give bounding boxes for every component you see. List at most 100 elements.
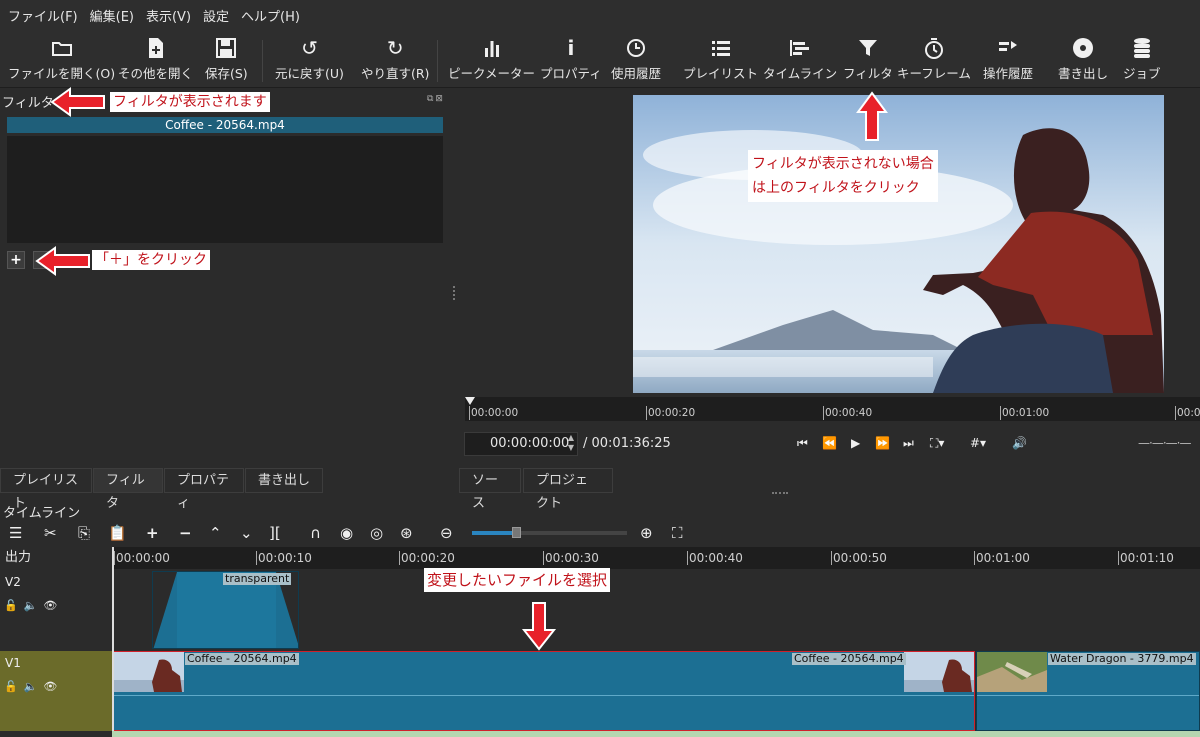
menu-view[interactable]: 表示(V) — [146, 6, 191, 25]
ripple-all-icon[interactable]: ⊛ — [400, 522, 413, 544]
menu-help[interactable]: ヘルプ(H) — [241, 6, 300, 25]
total-duration: / 00:01:36:25 — [583, 436, 671, 451]
properties-button[interactable]: i プロパティ — [540, 35, 602, 85]
splitter-handle[interactable] — [453, 286, 455, 300]
audio-waveform-divider — [977, 695, 1199, 696]
timeline-clip[interactable]: transparent — [152, 571, 299, 649]
playlist-button[interactable]: プレイリスト — [683, 35, 758, 85]
video-frame-image — [633, 95, 1164, 393]
volume-icon[interactable]: 🔊 — [1012, 436, 1027, 450]
red-arrow-down-icon — [521, 602, 557, 651]
timecode-spinner-icon[interactable]: ▲ ▼ — [565, 433, 577, 455]
undo-button[interactable]: ↺ 元に戻す(U) — [275, 35, 344, 85]
tab-source[interactable]: ソース — [459, 468, 521, 511]
toolbar-separator — [437, 40, 438, 82]
ruler-tick: 00:00:10 — [256, 551, 312, 565]
copy-icon[interactable]: ⎘ — [78, 522, 90, 544]
audio-track-strip — [112, 731, 1200, 737]
ruler-tick: 00:01:00 — [974, 551, 1030, 565]
ruler-tick: 00:00:20 — [646, 406, 696, 420]
ripple-icon[interactable]: ◎ — [370, 522, 383, 544]
output-track-header: 出力 — [0, 547, 112, 569]
menu-settings[interactable]: 設定 — [203, 6, 229, 25]
database-icon — [1129, 35, 1155, 61]
skip-start-icon[interactable]: ⏮ — [797, 436, 808, 451]
tab-playlist[interactable]: プレイリスト — [0, 468, 92, 511]
track-header-v2[interactable]: V2 🔓🔈👁 — [0, 570, 112, 650]
redo-button[interactable]: ↻ やり直す(R) — [361, 35, 429, 85]
lift-icon[interactable]: ⌃ — [209, 522, 222, 544]
paste-icon[interactable]: 📋 — [108, 522, 127, 544]
history-button[interactable]: 使用履歴 — [611, 35, 661, 85]
zoom-in-icon[interactable]: ⊕ — [640, 522, 653, 544]
menu-icon[interactable]: ☰ — [9, 522, 22, 544]
filter-list[interactable] — [7, 136, 443, 243]
track-name: V1 — [5, 656, 21, 670]
save-button[interactable]: 保存(S) — [205, 35, 248, 85]
tab-export[interactable]: 書き出し — [245, 468, 323, 493]
timeline-playhead[interactable] — [112, 547, 114, 737]
zoom-out-icon[interactable]: ⊖ — [440, 522, 453, 544]
timeline-icon — [787, 35, 813, 61]
disc-icon — [1070, 35, 1096, 61]
ruler-tick: 00:00:50 — [831, 551, 887, 565]
splitter-handle[interactable] — [772, 492, 788, 494]
lock-mute-hide-icons[interactable]: 🔓🔈👁 — [4, 599, 63, 612]
menu-file[interactable]: ファイル(F) — [8, 6, 78, 25]
play-icon[interactable]: ▶ — [851, 436, 860, 450]
zoom-fit-timeline-icon[interactable]: ⛶ — [672, 522, 683, 544]
volume-slider[interactable]: —·—·—·— — [1138, 436, 1191, 450]
remove-icon[interactable]: − — [179, 522, 192, 544]
undo-history-button[interactable]: 操作履歴 — [983, 35, 1033, 85]
selected-clip-name: Coffee - 20564.mp4 — [7, 117, 443, 133]
add-filter-button[interactable]: + — [7, 251, 25, 269]
skip-end-icon[interactable]: ⏭ — [903, 436, 914, 451]
clip-thumbnail — [904, 652, 974, 692]
filter-button[interactable]: フィルタ — [843, 35, 893, 85]
fast-forward-icon[interactable]: ⏩ — [875, 436, 890, 450]
grid-icon[interactable]: #▾ — [970, 436, 986, 450]
viewer-playhead[interactable] — [465, 397, 475, 405]
zoom-fit-icon[interactable]: ⛶▾ — [930, 436, 944, 451]
red-arrow-up-icon — [856, 91, 888, 141]
ruler-tick: 00:01:10 — [1118, 551, 1174, 565]
info-icon: i — [567, 36, 575, 60]
timeline-clip-selected[interactable]: Coffee - 20564.mp4 Coffee - 20564.mp4 — [113, 651, 975, 731]
open-other-button[interactable]: その他を開く — [118, 35, 193, 85]
ruler-tick: 00:00:40 — [687, 551, 743, 565]
export-button[interactable]: 書き出し — [1058, 35, 1108, 85]
zoom-slider-handle[interactable] — [512, 527, 521, 538]
viewer-ruler[interactable]: 00:00:00 00:00:20 00:00:40 00:01:00 00:0… — [465, 397, 1200, 421]
scrub-icon[interactable]: ◉ — [340, 522, 353, 544]
track-header-v1[interactable]: V1 🔓🔈👁 — [0, 651, 112, 731]
tab-filter[interactable]: フィルタ — [93, 468, 163, 511]
annotation-filter-shown: フィルタが表示されます — [110, 92, 270, 112]
timeline-ruler[interactable]: 00:00:00 00:00:10 00:00:20 00:00:30 00:0… — [112, 547, 1200, 569]
rewind-icon[interactable]: ⏪ — [822, 436, 837, 450]
main-toolbar: ファイルを開く(O) その他を開く 保存(S) ↺ 元に戻す(U) ↻ やり直す… — [0, 30, 1200, 88]
lock-mute-hide-icons[interactable]: 🔓🔈👁 — [4, 680, 63, 693]
ruler-tick: 00:00:00 — [469, 406, 519, 420]
split-icon[interactable]: ][ — [269, 522, 281, 544]
peak-meter-button[interactable]: ピークメーター — [448, 35, 535, 85]
add-icon[interactable]: + — [146, 522, 159, 544]
jobs-button[interactable]: ジョブ — [1123, 35, 1161, 85]
timeline-button[interactable]: タイムライン — [763, 35, 837, 85]
timecode-input[interactable]: 00:00:00:00 — [464, 432, 578, 456]
clip-thumbnail — [114, 652, 184, 692]
tab-project[interactable]: プロジェクト — [523, 468, 613, 511]
keyframes-button[interactable]: キーフレーム — [897, 35, 971, 85]
tab-properties[interactable]: プロパティ — [164, 468, 244, 511]
toolbar-separator — [262, 40, 263, 82]
ruler-tick: 00:00:30 — [543, 551, 599, 565]
panel-float-close-icons[interactable]: ⧉⊠ — [427, 94, 445, 104]
overwrite-icon[interactable]: ⌄ — [240, 522, 253, 544]
undo-icon: ↺ — [301, 36, 318, 60]
cut-icon[interactable]: ✂ — [44, 522, 57, 544]
open-file-button[interactable]: ファイルを開く(O) — [8, 35, 115, 85]
annotation-click-plus: 「＋」をクリック — [92, 250, 210, 270]
menu-edit[interactable]: 編集(E) — [90, 6, 134, 25]
snap-icon[interactable]: ∩ — [310, 522, 321, 544]
timeline-clip[interactable]: Water Dragon - 3779.mp4 — [976, 651, 1200, 731]
video-preview[interactable] — [633, 95, 1164, 393]
